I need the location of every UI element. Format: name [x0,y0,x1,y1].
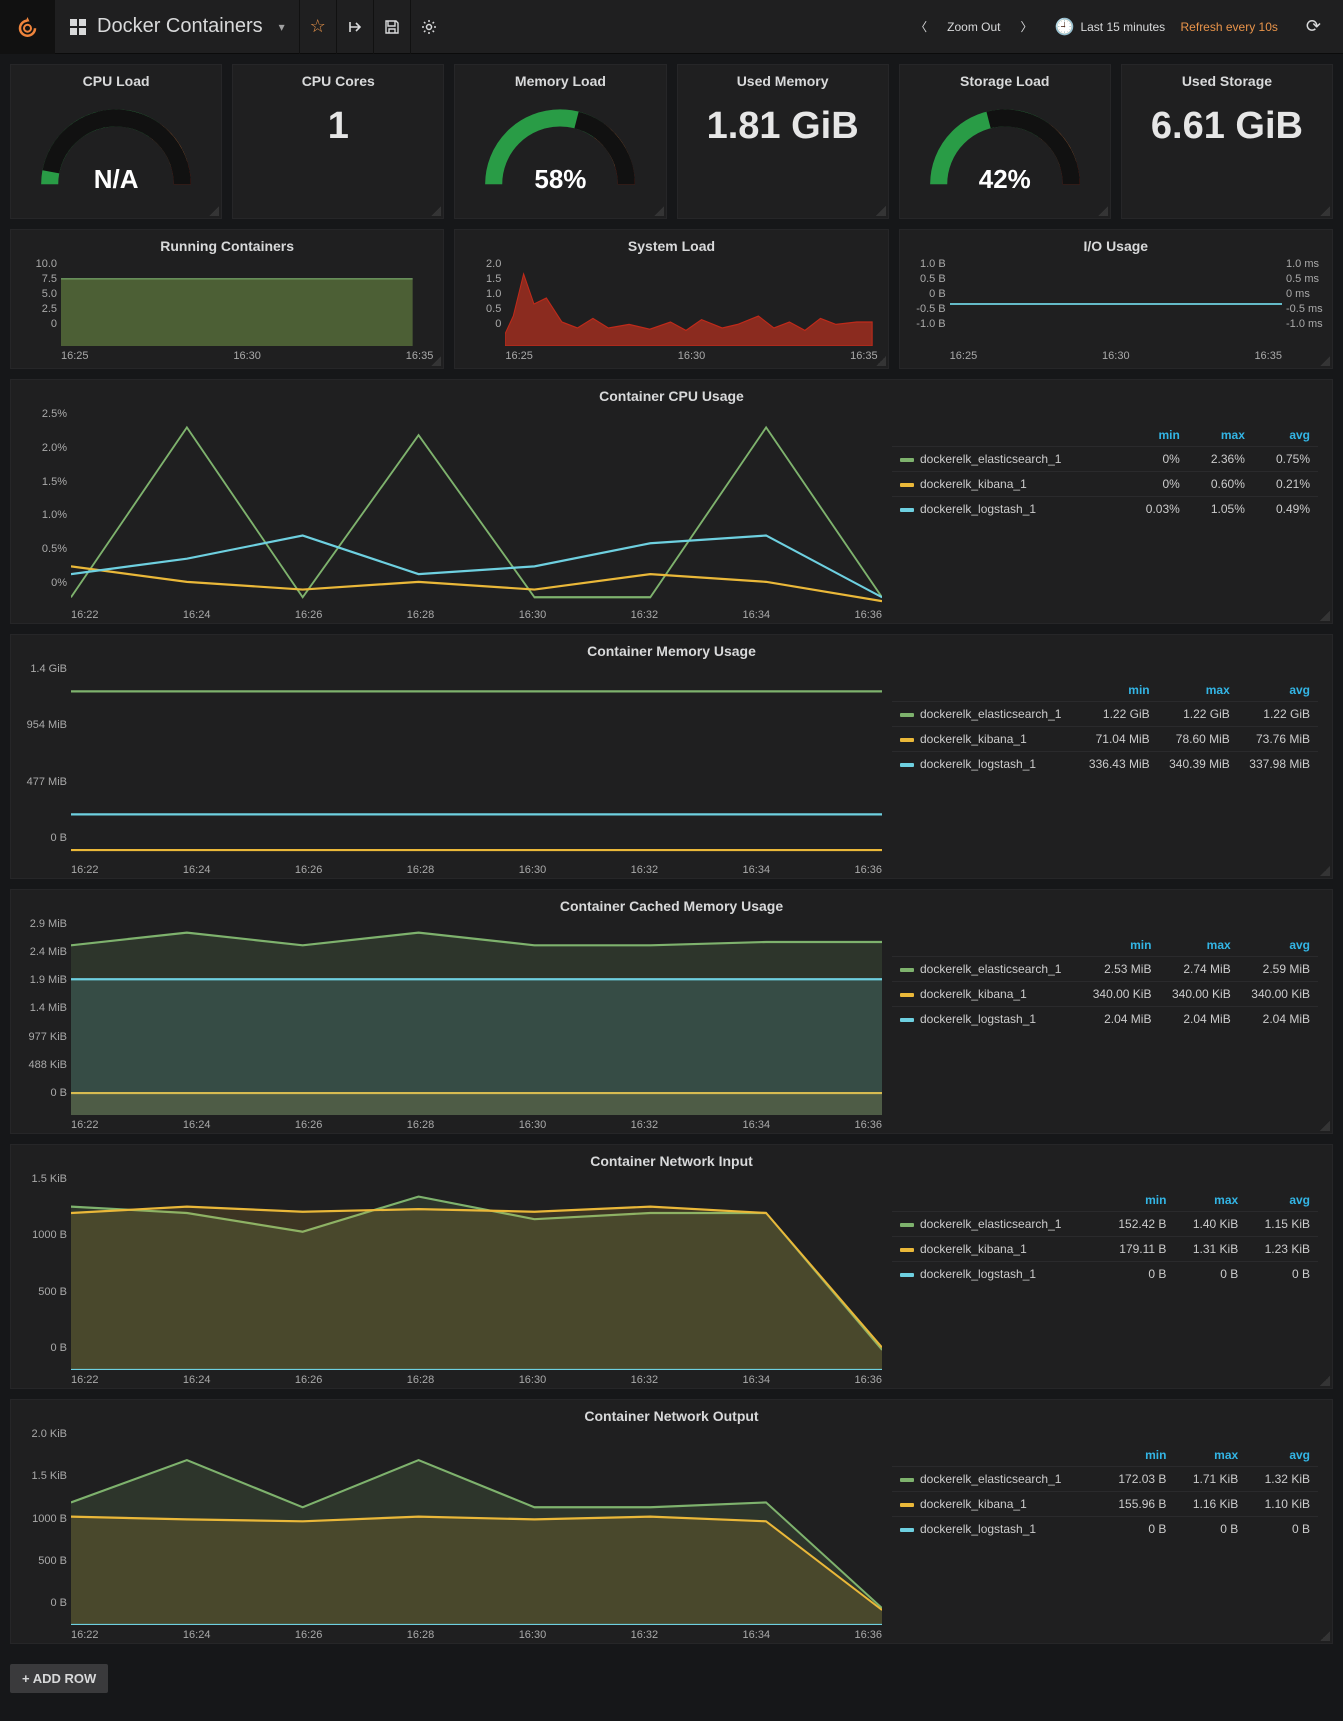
dashboard-body: CPU Load N/A CPU Cores1Memory Load 58% U… [0,54,1343,1664]
panel-used-mem[interactable]: Used Memory1.81 GiB [677,64,889,219]
legend-row[interactable]: dockerelk_elasticsearch_1 1.22 GiB1.22 G… [892,702,1318,727]
dashboard-icon [69,18,87,36]
panel-io-usage[interactable]: I/O Usage 1.0 B0.5 B0 B-0.5 B-1.0 B 1.0 … [899,229,1333,369]
add-row-button[interactable]: ADD ROW [10,1664,108,1693]
save-button[interactable] [373,0,410,54]
legend: minmaxavg dockerelk_elasticsearch_1 2.53… [892,918,1332,1133]
legend-row[interactable]: dockerelk_logstash_1 2.04 MiB2.04 MiB2.0… [892,1007,1318,1032]
dashboard-title: Docker Containers [97,15,263,38]
legend-row[interactable]: dockerelk_elasticsearch_1 172.03 B1.71 K… [892,1467,1318,1492]
share-icon [347,19,363,35]
legend-row[interactable]: dockerelk_logstash_1 336.43 MiB340.39 Mi… [892,752,1318,777]
clock-icon: 🕘 [1055,17,1075,37]
legend-row[interactable]: dockerelk_kibana_1 0%0.60%0.21% [892,472,1318,497]
panel-running-containers[interactable]: Running Containers 10.07.55.02.50 16:251… [10,229,444,369]
panel-cpu-cores[interactable]: CPU Cores1 [232,64,444,219]
panel-used-stor[interactable]: Used Storage6.61 GiB [1121,64,1333,219]
legend: minmaxavg dockerelk_elasticsearch_1 172.… [892,1428,1332,1643]
legend: minmaxavg dockerelk_elasticsearch_1 1.22… [892,663,1332,878]
time-range-label: Last 15 minutes [1080,20,1165,34]
star-button[interactable]: ☆ [299,0,336,54]
top-navbar: Docker Containers ☆ 〈 Zoom Out 〉 🕘 Last … [0,0,1343,54]
panel-mem-load[interactable]: Memory Load 58% [454,64,666,219]
time-back-button[interactable]: 〈 [907,18,935,35]
refresh-button[interactable]: ⟳ [1292,16,1335,37]
time-forward-button[interactable]: 〉 [1013,18,1041,35]
panel-cached[interactable]: Container Cached Memory Usage 2.9 MiB2.4… [10,889,1333,1134]
legend-row[interactable]: dockerelk_logstash_1 0 B0 B0 B [892,1517,1318,1542]
legend: minmaxavg dockerelk_elasticsearch_1 0%2.… [892,408,1332,623]
legend: minmaxavg dockerelk_elasticsearch_1 152.… [892,1173,1332,1388]
panel-stor-load[interactable]: Storage Load 42% [899,64,1111,219]
settings-button[interactable] [410,0,447,54]
panel-cpu-load[interactable]: CPU Load N/A [10,64,222,219]
panel-cpu[interactable]: Container CPU Usage 2.5%2.0%1.5%1.0%0.5%… [10,379,1333,624]
zoom-out-button[interactable]: Zoom Out [939,20,1008,34]
legend-row[interactable]: dockerelk_kibana_1 340.00 KiB340.00 KiB3… [892,982,1318,1007]
legend-row[interactable]: dockerelk_kibana_1 179.11 B1.31 KiB1.23 … [892,1237,1318,1262]
time-range-picker[interactable]: 🕘 Last 15 minutes Refresh every 10s [1045,0,1288,54]
legend-row[interactable]: dockerelk_elasticsearch_1 2.53 MiB2.74 M… [892,957,1318,982]
grafana-logo[interactable] [0,0,54,54]
legend-row[interactable]: dockerelk_logstash_1 0.03%1.05%0.49% [892,497,1318,522]
dashboard-picker[interactable]: Docker Containers [54,0,299,54]
legend-row[interactable]: dockerelk_elasticsearch_1 152.42 B1.40 K… [892,1212,1318,1237]
legend-row[interactable]: dockerelk_kibana_1 155.96 B1.16 KiB1.10 … [892,1492,1318,1517]
share-button[interactable] [336,0,373,54]
panel-mem[interactable]: Container Memory Usage 1.4 GiB954 MiB477… [10,634,1333,879]
mini-row: Running Containers 10.07.55.02.50 16:251… [10,229,1333,369]
stat-row: CPU Load N/A CPU Cores1Memory Load 58% U… [10,64,1333,219]
legend-row[interactable]: dockerelk_elasticsearch_1 0%2.36%0.75% [892,447,1318,472]
save-icon [384,19,400,35]
legend-row[interactable]: dockerelk_kibana_1 71.04 MiB78.60 MiB73.… [892,727,1318,752]
gear-icon [421,19,437,35]
panel-netout[interactable]: Container Network Output 2.0 KiB1.5 KiB1… [10,1399,1333,1644]
refresh-interval-label: Refresh every 10s [1181,20,1278,34]
panel-netin[interactable]: Container Network Input 1.5 KiB1000 B500… [10,1144,1333,1389]
panel-system-load[interactable]: System Load 2.01.51.00.50 16:2516:3016:3… [454,229,888,369]
legend-row[interactable]: dockerelk_logstash_1 0 B0 B0 B [892,1262,1318,1287]
